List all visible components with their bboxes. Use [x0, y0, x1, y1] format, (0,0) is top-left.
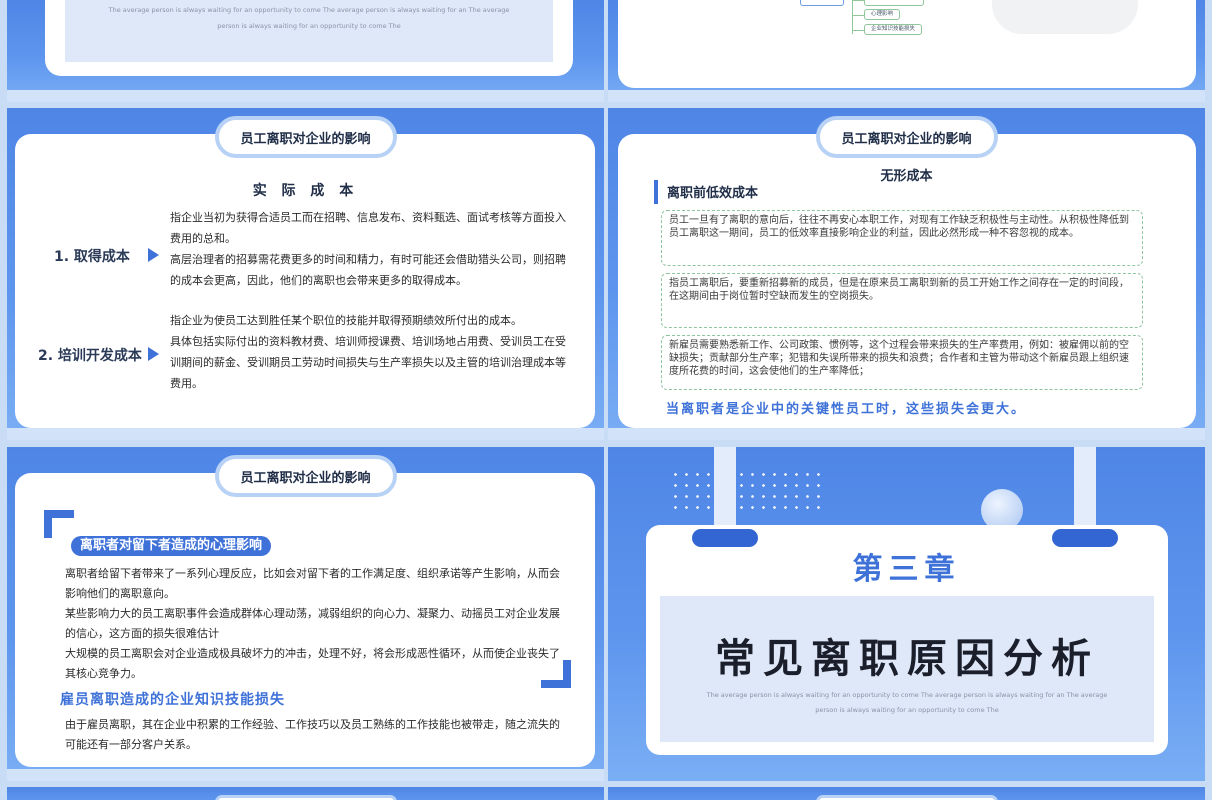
mindmap-root-node	[800, 0, 844, 6]
triangle-right-icon	[148, 248, 159, 262]
subheading-accent-bar	[654, 180, 658, 204]
slide-5-bottom-strip	[7, 769, 604, 781]
mindmap-connector	[852, 0, 853, 34]
slide-1-english-line-1: The average person is always waiting for…	[108, 6, 510, 14]
slide-2-bottom-strip	[608, 90, 1205, 102]
mindmap-node-knowledge: 企业知识技能损失	[864, 24, 923, 35]
slide-1-bottom-strip	[7, 90, 604, 102]
slide-1-panel: The average person is always waiting for…	[65, 0, 553, 62]
slide-2-placeholder-shape	[992, 0, 1138, 34]
psychological-impact-text: 离职者给留下者带来了一系列心理反应，比如会对留下者的工作满足度、组织承诺等产生影…	[65, 564, 565, 684]
slide-1-english-line-2: person is always waiting for an opportun…	[217, 22, 401, 30]
slide-4-bottom-strip	[608, 428, 1205, 440]
chapter-title-panel: 常见离职原因分析 The average person is always wa…	[660, 596, 1154, 742]
chapter-title: 常见离职原因分析	[715, 636, 1099, 682]
slide-1-english-text: The average person is always waiting for…	[95, 2, 523, 34]
slide-7-fragment	[7, 787, 604, 800]
slide-intangible-cost: 员工离职对企业的影响 无形成本 离职前低效成本 员工一旦有了离职的意向后，往往不…	[608, 108, 1205, 440]
psychological-paragraph-2: 某些影响力大的员工离职事件会造成群体心理动荡，减弱组织的向心力、凝聚力、动摇员工…	[65, 607, 560, 640]
acquisition-cost-paragraph-2: 高层治理者的招募需花费更多的时间和精力，有时可能还会借助猎头公司，则招聘的成本会…	[170, 253, 566, 287]
slide-3-title-pill: 员工离职对企业的影响	[214, 116, 397, 158]
slide-4-title-pill: 员工离职对企业的影响	[815, 116, 998, 158]
psychological-paragraph-1: 离职者给留下者带来了一系列心理反应，比如会对留下者的工作满足度、组织承诺等产生影…	[65, 567, 560, 600]
slide-1-fragment: The average person is always waiting for…	[7, 0, 604, 102]
chapter-english-line-2: person is always waiting for an opportun…	[815, 706, 999, 714]
chapter-english-text: The average person is always waiting for…	[700, 688, 1114, 718]
training-cost-label: 2. 培训开发成本	[38, 348, 142, 364]
slide-actual-cost: 员工离职对企业的影响 实 际 成 本 1. 取得成本 指企业当初为获得合适员工而…	[7, 108, 604, 440]
pre-departure-inefficiency-heading: 离职前低效成本	[667, 186, 759, 201]
dashed-box-3: 新雇员需要熟悉新工作、公司政策、惯例等，这个过程会带来损失的生产率费用，例如：被…	[661, 335, 1143, 390]
slide-psychological-impact: 员工离职对企业的影响 离职者对留下者造成的心理影响 离职者给留下者带来了一系列心…	[7, 447, 604, 781]
dashed-box-2: 指员工离职后，要重新招募新的成员，但是在原来员工离职到新的员工开始工作之间存在一…	[661, 273, 1143, 328]
decorative-dot-grid	[670, 469, 822, 509]
slide-3-bottom-strip	[7, 428, 604, 440]
slide-2-fragment: 心理影响 企业知识技能损失	[608, 0, 1205, 102]
hanger-strap-right	[1074, 447, 1096, 531]
slide-1-card: The average person is always waiting for…	[45, 0, 573, 76]
mindmap-connector	[852, 0, 864, 1]
acquisition-cost-label: 1. 取得成本	[54, 249, 130, 265]
slide-7-pill-fragment	[214, 795, 397, 800]
actual-cost-heading: 实 际 成 本	[252, 183, 359, 199]
training-cost-paragraph-1: 指企业为使员工达到胜任某个职位的技能并取得预期绩效所付出的成本。	[170, 314, 522, 327]
psychological-paragraph-3: 大规模的员工离职会对企业造成极具破坏力的冲击，处理不好，将会形成恶性循环，从而使…	[65, 647, 560, 680]
mindmap-connector	[852, 15, 864, 16]
mindmap-connector	[852, 30, 864, 31]
slide-8-pill-fragment	[815, 795, 998, 800]
psychological-impact-highlight: 离职者对留下者造成的心理影响	[71, 536, 272, 556]
slide-2-card: 心理影响 企业知识技能损失	[618, 0, 1196, 88]
triangle-right-icon	[148, 347, 159, 361]
bracket-corner-icon	[44, 510, 74, 538]
dashed-box-1: 员工一旦有了离职的意向后，往往不再安心本职工作，对现有工作缺乏积极性与主动性。从…	[661, 210, 1143, 266]
mindmap-node-psychology: 心理影响	[864, 9, 901, 20]
key-employee-note: 当离职者是企业中的关键性员工时，这些损失会更大。	[666, 402, 1027, 417]
acquisition-cost-text: 指企业当初为获得合适员工而在招聘、信息发布、资料甄选、面试考核等方面投入费用的总…	[170, 207, 575, 291]
slide-chapter-three: 第三章 常见离职原因分析 The average person is alway…	[608, 447, 1205, 781]
chapter-number: 第三章	[852, 552, 961, 587]
knowledge-loss-heading: 雇员离职造成的企业知识技能损失	[60, 692, 285, 708]
mindmap-node-top	[864, 0, 924, 6]
chapter-english-line-1: The average person is always waiting for…	[706, 691, 1108, 699]
knowledge-loss-text: 由于雇员离职，其在企业中积累的工作经验、工作技巧以及员工熟练的工作技能也被带走，…	[65, 718, 560, 751]
acquisition-cost-paragraph-1: 指企业当初为获得合适员工而在招聘、信息发布、资料甄选、面试考核等方面投入费用的总…	[170, 211, 566, 245]
slide-8-fragment	[608, 787, 1205, 800]
training-cost-text: 指企业为使员工达到胜任某个职位的技能并取得预期绩效所付出的成本。 具体包括实际付…	[170, 310, 575, 394]
training-cost-paragraph-2: 具体包括实际付出的资料教材费、培训师授课费、培训场地占用费、受训员工在受训期间的…	[170, 335, 566, 390]
slide-5-title-pill: 员工离职对企业的影响	[214, 455, 397, 497]
hanger-strap-left	[714, 447, 736, 531]
